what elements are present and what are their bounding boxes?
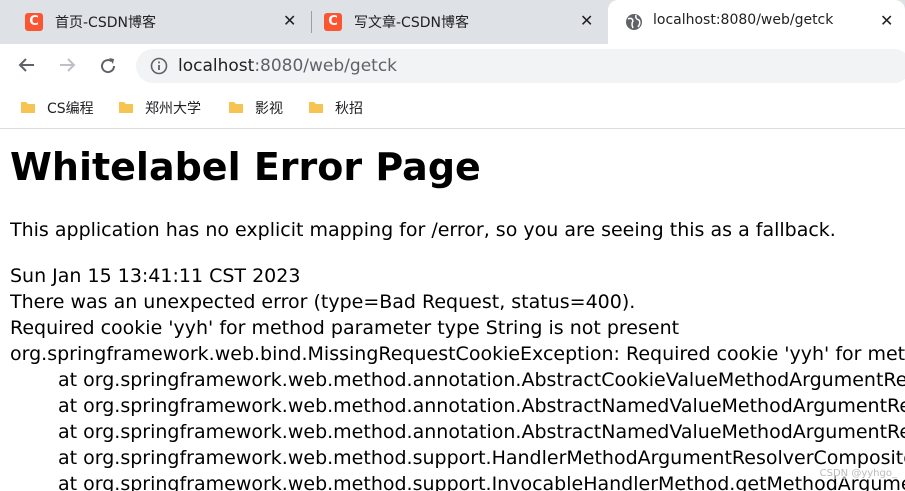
stack-frame: at org.springframework.web.method.suppor… [58, 447, 905, 469]
close-icon[interactable]: ✕ [880, 11, 893, 30]
bookmarks-bar: CS编程 郑州大学 影视 秋招 [0, 88, 905, 129]
stack-frame: at org.springframework.web.method.suppor… [58, 473, 905, 491]
error-status: There was an unexpected error (type=Bad … [10, 291, 636, 313]
stack-frame: at org.springframework.web.method.annota… [58, 421, 905, 443]
bookmark-label: 秋招 [335, 101, 363, 117]
url-text: localhost:8080/web/getck [178, 56, 397, 76]
tab-title: localhost:8080/web/getck [653, 12, 834, 28]
back-button[interactable] [12, 44, 42, 88]
url-host: localhost [178, 56, 255, 76]
globe-icon [626, 14, 642, 30]
tab-bar: C 首页-CSDN博客 ✕ C 写文章-CSDN博客 ✕ localhost:8… [0, 0, 905, 44]
error-message: Required cookie 'yyh' for method paramet… [10, 317, 680, 339]
address-bar[interactable]: localhost:8080/web/getck [136, 49, 905, 83]
csdn-watermark: CSDN @yyhgo_ [819, 468, 897, 479]
forward-arrow-icon [60, 58, 76, 72]
tab-title: 首页-CSDN博客 [55, 15, 156, 31]
folder-icon [119, 102, 133, 113]
close-icon[interactable]: ✕ [580, 11, 593, 30]
bookmark-label: 郑州大学 [145, 101, 201, 117]
close-icon[interactable]: ✕ [283, 11, 296, 30]
tab-csdn-home[interactable]: C 首页-CSDN博客 ✕ [0, 0, 310, 44]
page-content: Whitelabel Error Page This application h… [10, 129, 905, 491]
reload-button[interactable] [92, 44, 122, 88]
reload-icon [101, 58, 116, 74]
exception-line: org.springframework.web.bind.MissingRequ… [10, 343, 905, 365]
bookmark-label: CS编程 [47, 101, 94, 117]
url-path: :8080/web/getck [254, 56, 398, 76]
tab-title: 写文章-CSDN博客 [354, 15, 469, 31]
tab-csdn-write[interactable]: C 写文章-CSDN博客 ✕ [312, 0, 608, 44]
folder-icon [229, 102, 243, 113]
stack-frame: at org.springframework.web.method.annota… [58, 395, 905, 417]
csdn-logo-icon: C [25, 13, 43, 31]
stack-frame: at org.springframework.web.method.annota… [58, 369, 905, 391]
info-icon[interactable] [150, 57, 168, 75]
folder-icon [21, 102, 35, 113]
csdn-logo-icon: C [324, 13, 342, 31]
intro-text: This application has no explicit mapping… [10, 219, 836, 241]
tab-localhost[interactable]: localhost:8080/web/getck ✕ [608, 0, 905, 44]
back-arrow-icon [18, 58, 34, 72]
folder-icon [309, 102, 323, 113]
forward-button[interactable] [52, 44, 82, 88]
page-title: Whitelabel Error Page [10, 145, 481, 189]
error-timestamp: Sun Jan 15 13:41:11 CST 2023 [10, 265, 301, 287]
bookmark-label: 影视 [255, 101, 283, 117]
